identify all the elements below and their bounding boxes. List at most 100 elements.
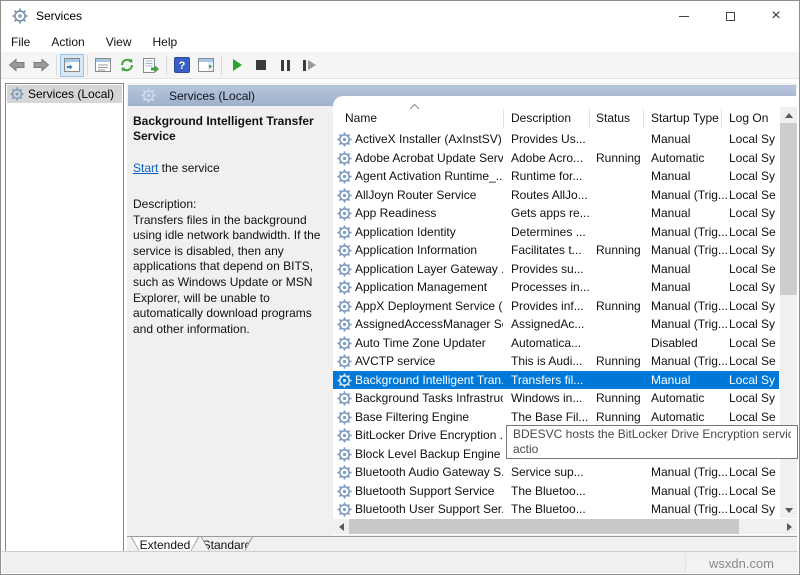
title-bar: Services ×: [1, 1, 799, 31]
service-name: Auto Time Zone Updater: [355, 336, 503, 350]
service-log-on: Local Sy: [729, 151, 779, 165]
gear-icon: [337, 317, 352, 332]
column-separator[interactable]: [721, 109, 722, 128]
sort-ascending-icon: [409, 103, 420, 110]
service-log-on: Local Se: [729, 354, 779, 368]
service-row[interactable]: Application Management Processes in... M…: [333, 278, 779, 297]
service-row[interactable]: Bluetooth User Support Ser... The Blueto…: [333, 500, 779, 519]
tooltip-line2: actio: [513, 442, 791, 457]
stop-service-icon: [256, 60, 266, 70]
start-service-link[interactable]: Start: [133, 161, 158, 175]
column-separator[interactable]: [643, 109, 644, 128]
help-button[interactable]: ?: [170, 54, 194, 77]
column-separator[interactable]: [503, 109, 504, 128]
properties-button[interactable]: [91, 54, 115, 77]
service-row[interactable]: Auto Time Zone Updater Automatica... Dis…: [333, 334, 779, 353]
export-list-icon: [143, 58, 160, 73]
services-list-panel: Name Description Status Startup Type Log…: [333, 96, 797, 535]
column-header-description[interactable]: Description: [511, 106, 587, 130]
resume-service-button[interactable]: [297, 54, 321, 77]
column-header-status[interactable]: Status: [596, 106, 642, 130]
service-row[interactable]: Application Identity Determines ... Manu…: [333, 223, 779, 242]
service-description-cell: Windows in...: [511, 391, 595, 405]
service-row[interactable]: AppX Deployment Service (... Provides in…: [333, 297, 779, 316]
status-bar: wsxdn.com: [2, 551, 798, 573]
service-row[interactable]: AllJoyn Router Service Routes AllJo... M…: [333, 186, 779, 205]
service-log-on: Local Sy: [729, 502, 779, 516]
menu-action[interactable]: Action: [51, 35, 84, 49]
pause-service-button[interactable]: [273, 54, 297, 77]
horizontal-scrollbar-thumb[interactable]: [349, 519, 739, 534]
forward-button[interactable]: [29, 54, 53, 77]
help-icon: ?: [174, 57, 190, 73]
service-log-on: Local Sy: [729, 206, 779, 220]
service-row[interactable]: Application Information Facilitates t...…: [333, 241, 779, 260]
start-line-suffix: the service: [158, 161, 219, 175]
service-startup-type: Manual (Trig...: [651, 225, 727, 239]
vertical-scrollbar-thumb[interactable]: [780, 123, 797, 295]
back-button[interactable]: [5, 54, 29, 77]
start-service-button[interactable]: [225, 54, 249, 77]
export-list-button[interactable]: [139, 54, 163, 77]
close-button[interactable]: ×: [753, 1, 799, 31]
toolbar-separator: [87, 55, 88, 75]
show-action-pane-button[interactable]: [194, 54, 218, 77]
service-row[interactable]: ActiveX Installer (AxInstSV) Provides Us…: [333, 130, 779, 149]
maximize-button[interactable]: [707, 1, 753, 31]
service-row[interactable]: Adobe Acrobat Update Serv... Adobe Acro.…: [333, 149, 779, 168]
service-row[interactable]: App Readiness Gets apps re... Manual Loc…: [333, 204, 779, 223]
service-row[interactable]: AssignedAccessManager Se... AssignedAc..…: [333, 315, 779, 334]
column-header-startup-type[interactable]: Startup Type: [651, 106, 721, 130]
scroll-down-button[interactable]: [780, 502, 797, 518]
service-row[interactable]: Base Filtering Engine The Base Fil... Ru…: [333, 408, 779, 427]
service-log-on: Local Se: [729, 336, 779, 350]
service-log-on: Local Sy: [729, 391, 779, 405]
scroll-up-button[interactable]: [780, 107, 797, 123]
service-row[interactable]: Bluetooth Support Service The Bluetoo...…: [333, 482, 779, 501]
service-name: Block Level Backup Engine ...: [355, 447, 503, 461]
menu-file[interactable]: File: [11, 35, 30, 49]
gear-icon: [337, 465, 352, 480]
service-log-on: Local Sy: [729, 299, 779, 313]
service-row[interactable]: Bluetooth Audio Gateway S... Service sup…: [333, 463, 779, 482]
service-description-cell: Provides Us...: [511, 132, 595, 146]
column-header-log-on[interactable]: Log On: [729, 106, 777, 130]
refresh-button[interactable]: [115, 54, 139, 77]
service-name: AppX Deployment Service (...: [355, 299, 503, 313]
service-startup-type: Manual: [651, 206, 727, 220]
service-name: Adobe Acrobat Update Serv...: [355, 151, 503, 165]
service-row[interactable]: Background Intelligent Tran... Transfers…: [333, 371, 779, 390]
service-name: Application Layer Gateway ...: [355, 262, 503, 276]
service-description-cell: Service sup...: [511, 465, 595, 479]
forward-icon: [32, 57, 50, 73]
gear-icon: [337, 336, 352, 351]
service-row[interactable]: Background Tasks Infrastruc... Windows i…: [333, 389, 779, 408]
description-label: Description:: [133, 197, 331, 213]
pause-service-icon: [281, 60, 290, 71]
show-console-tree-button[interactable]: [60, 54, 84, 77]
tree-item-services-local[interactable]: Services (Local): [7, 85, 122, 103]
service-row[interactable]: Application Layer Gateway ... Provides s…: [333, 260, 779, 279]
service-name: AssignedAccessManager Se...: [355, 317, 503, 331]
scroll-left-button[interactable]: [333, 519, 349, 534]
minimize-button[interactable]: [661, 1, 707, 31]
service-status: Running: [596, 354, 650, 368]
column-separator[interactable]: [589, 109, 590, 128]
service-startup-type: Disabled: [651, 336, 727, 350]
maximize-icon: [726, 12, 735, 21]
horizontal-scrollbar[interactable]: [333, 519, 797, 534]
scroll-right-button[interactable]: [781, 519, 797, 534]
menu-help[interactable]: Help: [153, 35, 178, 49]
service-row[interactable]: AVCTP service This is Audi... Running Ma…: [333, 352, 779, 371]
main-panel: Services (Local) Background Intelligent …: [127, 83, 797, 553]
gear-icon: [337, 206, 352, 221]
service-row[interactable]: Agent Activation Runtime_... Runtime for…: [333, 167, 779, 186]
stop-service-button[interactable]: [249, 54, 273, 77]
service-startup-type: Manual (Trig...: [651, 243, 727, 257]
scroll-down-icon: [785, 508, 793, 513]
gear-icon: [337, 447, 352, 462]
gear-icon: [337, 484, 352, 499]
menu-view[interactable]: View: [106, 35, 132, 49]
column-header-name[interactable]: Name: [345, 106, 495, 130]
service-description-cell: Adobe Acro...: [511, 151, 595, 165]
